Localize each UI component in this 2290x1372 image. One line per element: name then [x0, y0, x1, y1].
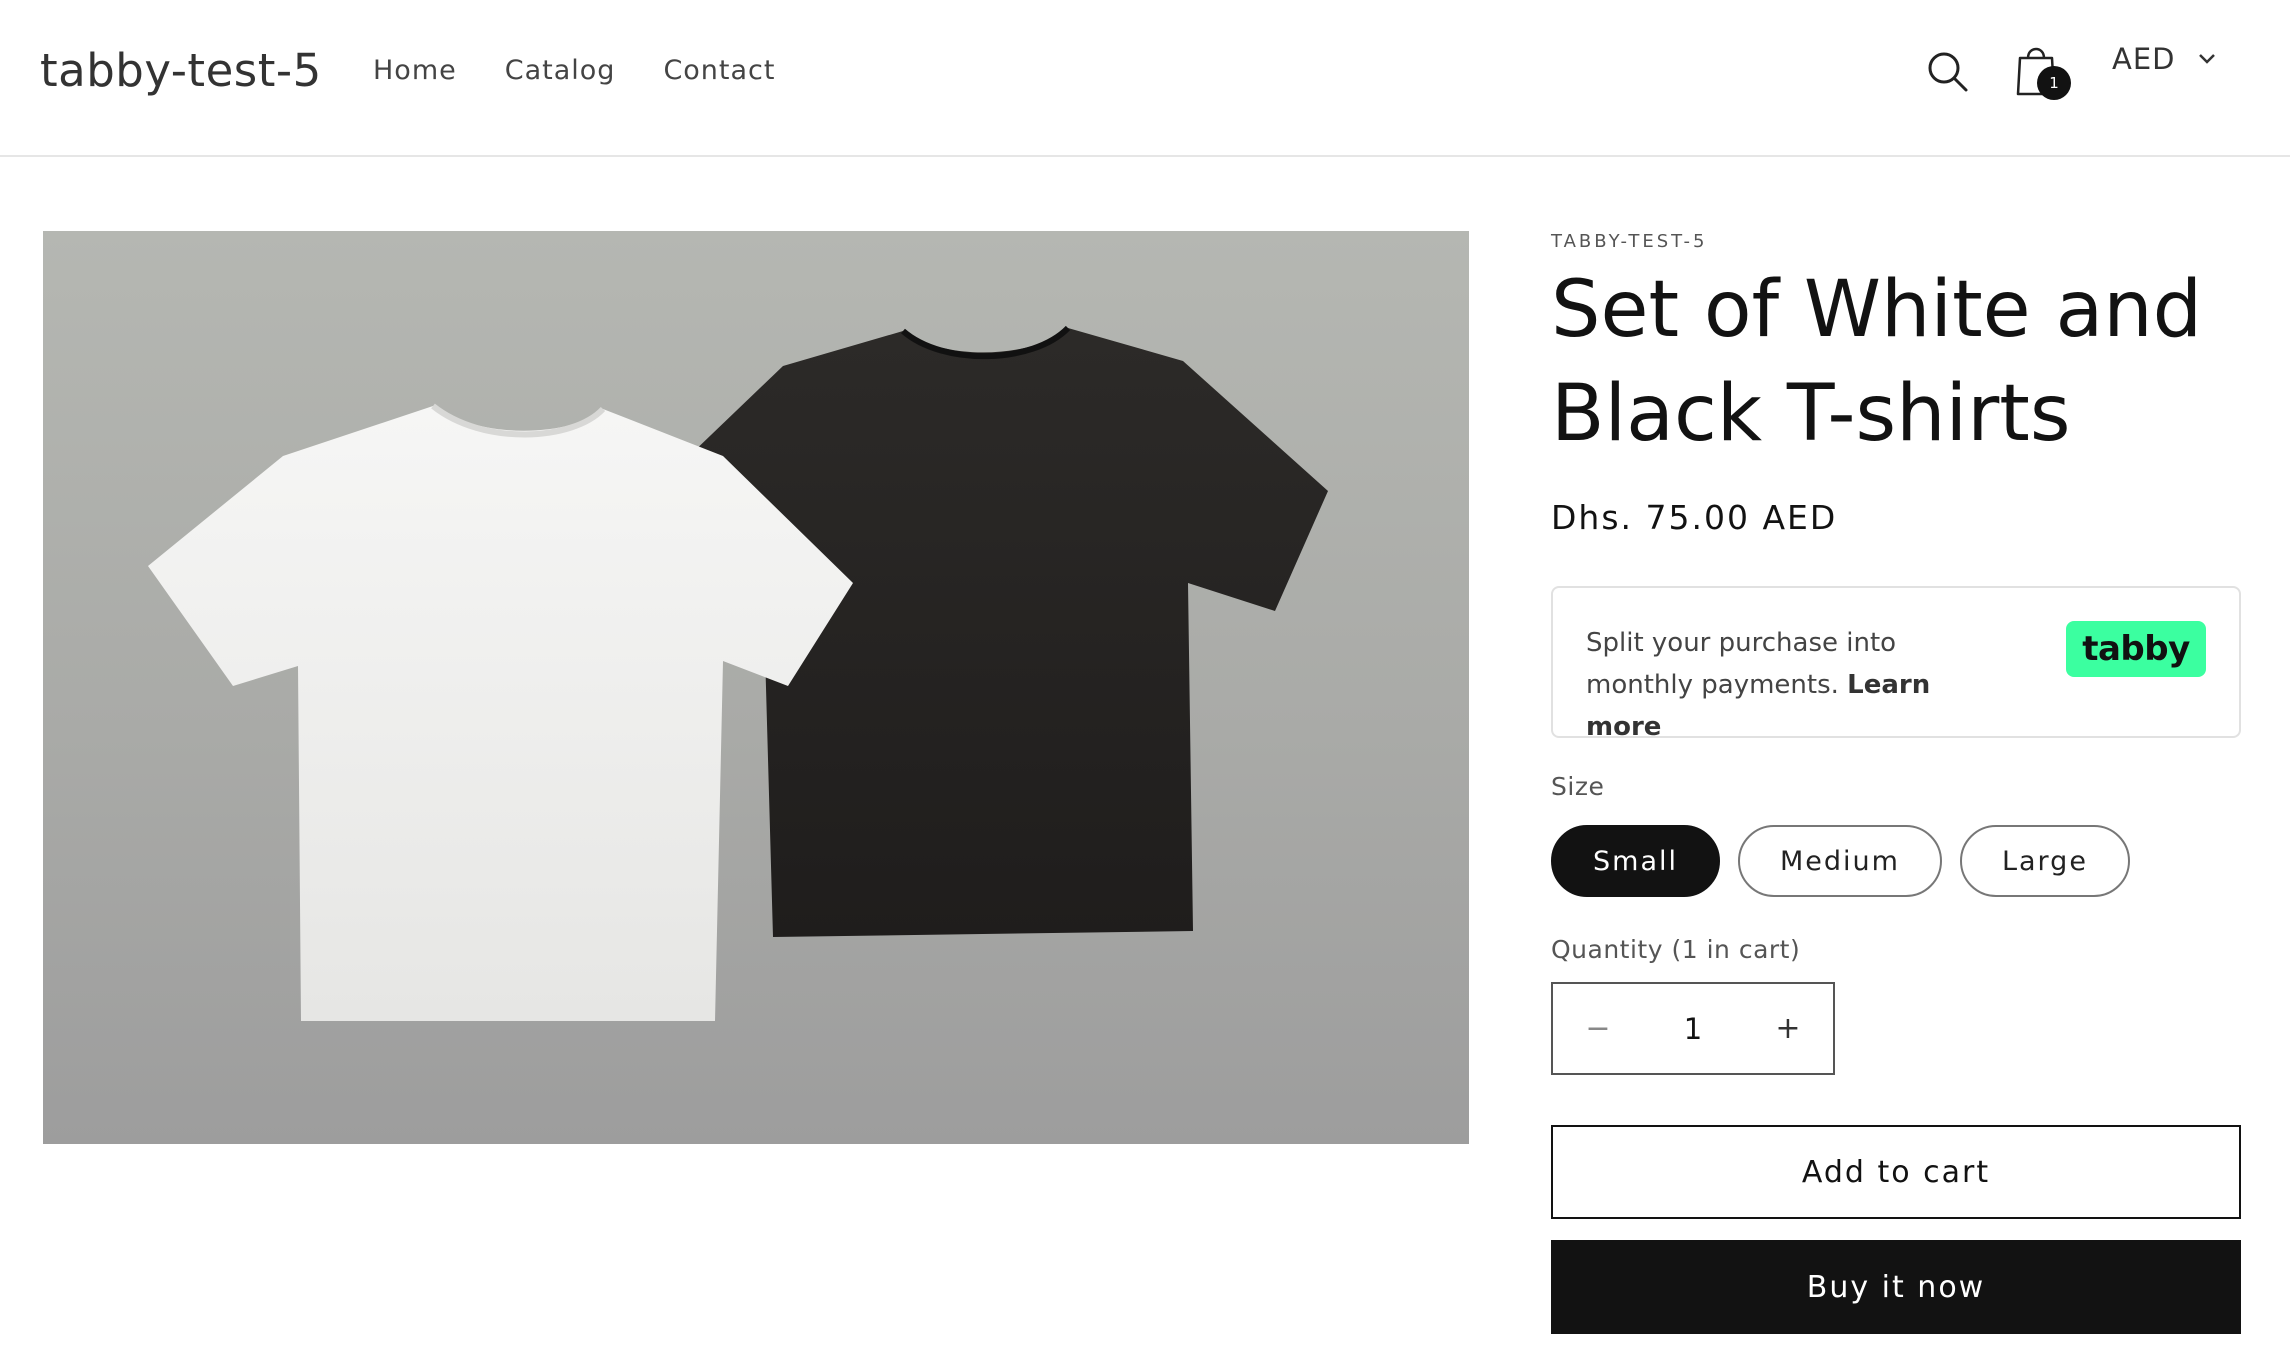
size-option-small[interactable]: Small [1551, 825, 1720, 897]
quantity-input[interactable]: 1 [1684, 1012, 1702, 1046]
site-header: tabby-test-5 Home Catalog Contact 1 AED [0, 0, 2290, 157]
add-to-cart-button[interactable]: Add to cart [1551, 1125, 2241, 1219]
size-label: Size [1551, 772, 1605, 801]
currency-selector[interactable]: AED [2112, 42, 2216, 76]
buy-now-button[interactable]: Buy it now [1551, 1240, 2241, 1334]
main-nav: Home Catalog Contact [373, 55, 775, 86]
cart-count-badge: 1 [2037, 66, 2071, 100]
size-option-large[interactable]: Large [1959, 825, 2130, 897]
quantity-stepper: − 1 + [1551, 982, 1835, 1075]
product-image[interactable] [43, 231, 1469, 1144]
nav-catalog[interactable]: Catalog [505, 55, 616, 86]
quantity-label: Quantity (1 in cart) [1551, 935, 1801, 964]
product-vendor: TABBY-TEST-5 [1551, 231, 1708, 252]
product-title: Set of White and Black T-shirts [1551, 265, 2203, 459]
tabby-promo: Split your purchase into monthly payment… [1551, 586, 2241, 742]
chevron-down-icon [2198, 54, 2215, 64]
store-logo[interactable]: tabby-test-5 [40, 44, 322, 97]
search-icon[interactable] [1926, 50, 1970, 94]
tshirts-photo [148, 325, 1328, 1021]
currency-label: AED [2112, 42, 2176, 76]
quantity-decrease-button[interactable]: − [1553, 984, 1643, 1073]
size-option-medium[interactable]: Medium [1738, 825, 1942, 897]
nav-contact[interactable]: Contact [663, 55, 775, 86]
size-options: Small Medium Large [1551, 825, 2130, 897]
nav-home[interactable]: Home [373, 55, 457, 86]
tabby-message: Split your purchase into monthly payment… [1586, 622, 2006, 748]
tabby-logo: tabby [2066, 621, 2206, 677]
product-price: Dhs. 75.00 AED [1551, 498, 1838, 537]
quantity-increase-button[interactable]: + [1743, 984, 1833, 1073]
